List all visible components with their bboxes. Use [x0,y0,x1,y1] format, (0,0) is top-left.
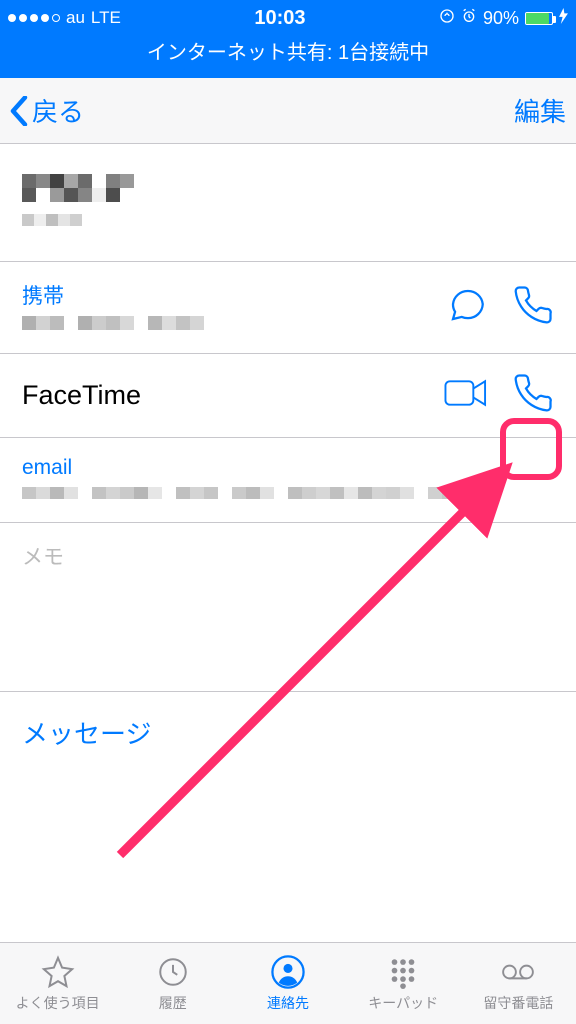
email-type-label: email [22,456,554,480]
facetime-video-icon[interactable] [444,376,488,415]
back-label: 戻る [32,92,84,129]
tab-contacts-label: 連絡先 [267,993,309,1013]
tab-contacts[interactable]: 連絡先 [230,943,345,1024]
status-bar: au LTE 10:03 90% インターネット共有: 1台接続中 [0,0,576,78]
tab-keypad-label: キーパッド [368,993,438,1013]
email-section[interactable]: email [0,438,576,523]
contact-name-obscured [22,174,134,202]
email-value-obscured [22,487,456,499]
nav-bar: 戻る 編集 [0,78,576,144]
tab-favorites[interactable]: よく使う項目 [0,943,115,1024]
alarm-icon [461,8,477,29]
back-button[interactable]: 戻る [10,92,84,129]
message-icon[interactable] [446,284,488,331]
charging-icon [559,8,568,29]
battery-pct-label: 90% [483,8,519,29]
tab-recents[interactable]: 履歴 [115,943,230,1024]
facetime-audio-icon[interactable] [512,372,554,419]
orientation-lock-icon [439,8,455,29]
facetime-section: FaceTime [0,354,576,438]
memo-label[interactable]: メモ [0,523,576,631]
contact-icon [271,955,305,989]
phone-call-icon[interactable] [512,284,554,331]
edit-button[interactable]: 編集 [514,92,566,129]
tab-bar: よく使う項目 履歴 連絡先 キーパッド 留守番電話 [0,942,576,1024]
contact-header [0,144,576,262]
tab-favorites-label: よく使う項目 [16,993,100,1013]
phone-section[interactable]: 携帯 [0,262,576,354]
keypad-icon [386,955,420,989]
tab-recents-label: 履歴 [159,993,187,1013]
tether-banner[interactable]: インターネット共有: 1台接続中 [0,36,576,71]
tab-keypad[interactable]: キーパッド [346,943,461,1024]
signal-strength-icon [8,14,60,22]
phone-type-label: 携帯 [22,280,446,310]
star-icon [41,955,75,989]
send-message-button[interactable]: メッセージ [0,691,576,773]
tab-voicemail[interactable]: 留守番電話 [461,943,576,1024]
contact-company-obscured [22,214,82,226]
network-label: LTE [91,8,121,28]
clock-icon [156,955,190,989]
carrier-label: au [66,8,85,28]
facetime-label: FaceTime [22,380,141,411]
battery-icon [525,12,553,25]
voicemail-icon [501,955,535,989]
chevron-left-icon [10,96,28,126]
clock-label: 10:03 [121,7,439,30]
phone-number-obscured [22,316,204,330]
tab-voicemail-label: 留守番電話 [483,993,553,1013]
